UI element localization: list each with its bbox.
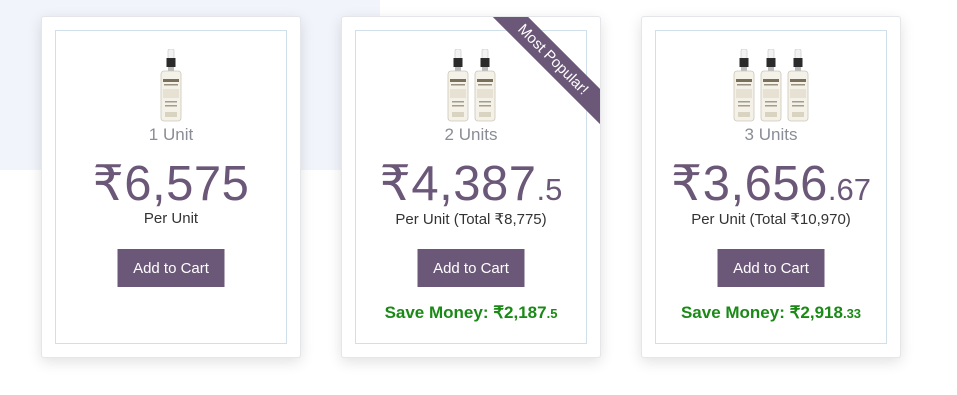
save-decimal: .33: [842, 306, 862, 321]
price-decimal: .5: [536, 172, 563, 207]
serum-bottle-icon: [759, 48, 783, 123]
add-to-cart-button[interactable]: Add to Cart: [417, 249, 525, 287]
product-bottles: [642, 48, 900, 123]
unit-label: 1 Unit: [148, 125, 194, 144]
price: ₹6,575: [42, 155, 300, 212]
price: ₹4,387.5: [342, 155, 600, 212]
serum-bottle-icon: [446, 48, 470, 123]
product-bottles: [42, 48, 300, 123]
price-main: ₹4,387: [379, 157, 537, 211]
price: ₹3,656.67: [642, 155, 900, 212]
price-main: ₹6,575: [92, 157, 250, 211]
serum-bottle-icon: [732, 48, 756, 123]
pricing-card-3-units: 3 Units ₹3,656.67 Per Unit (Total ₹10,97…: [641, 16, 901, 358]
save-money-text: Save Money: ₹2,187.5: [342, 303, 600, 323]
unit-label: 2 Units: [444, 125, 498, 144]
save-money-text: Save Money: ₹2,918.33: [642, 303, 900, 323]
per-unit-text: Per Unit (Total ₹8,775): [395, 211, 547, 228]
pricing-card-1-unit: 1 Unit ₹6,575 Per Unit Add to Cart: [41, 16, 301, 358]
per-unit-text: Per Unit (Total ₹10,970): [691, 211, 851, 228]
unit-label: 3 Units: [744, 125, 798, 144]
serum-bottle-icon: [473, 48, 497, 123]
save-decimal: .5: [546, 306, 558, 321]
serum-bottle-icon: [786, 48, 810, 123]
serum-bottle-icon: [159, 48, 183, 123]
save-amount: Save Money: ₹2,187: [384, 303, 547, 322]
per-unit-text: Per Unit: [143, 210, 199, 227]
price-decimal: .67: [827, 172, 871, 207]
add-to-cart-button[interactable]: Add to Cart: [117, 249, 225, 287]
add-to-cart-button[interactable]: Add to Cart: [717, 249, 825, 287]
pricing-card-2-units: 2 Units ₹4,387.5 Per Unit (Total ₹8,775)…: [341, 16, 601, 358]
save-amount: Save Money: ₹2,918: [680, 303, 843, 322]
price-main: ₹3,656: [671, 157, 828, 211]
